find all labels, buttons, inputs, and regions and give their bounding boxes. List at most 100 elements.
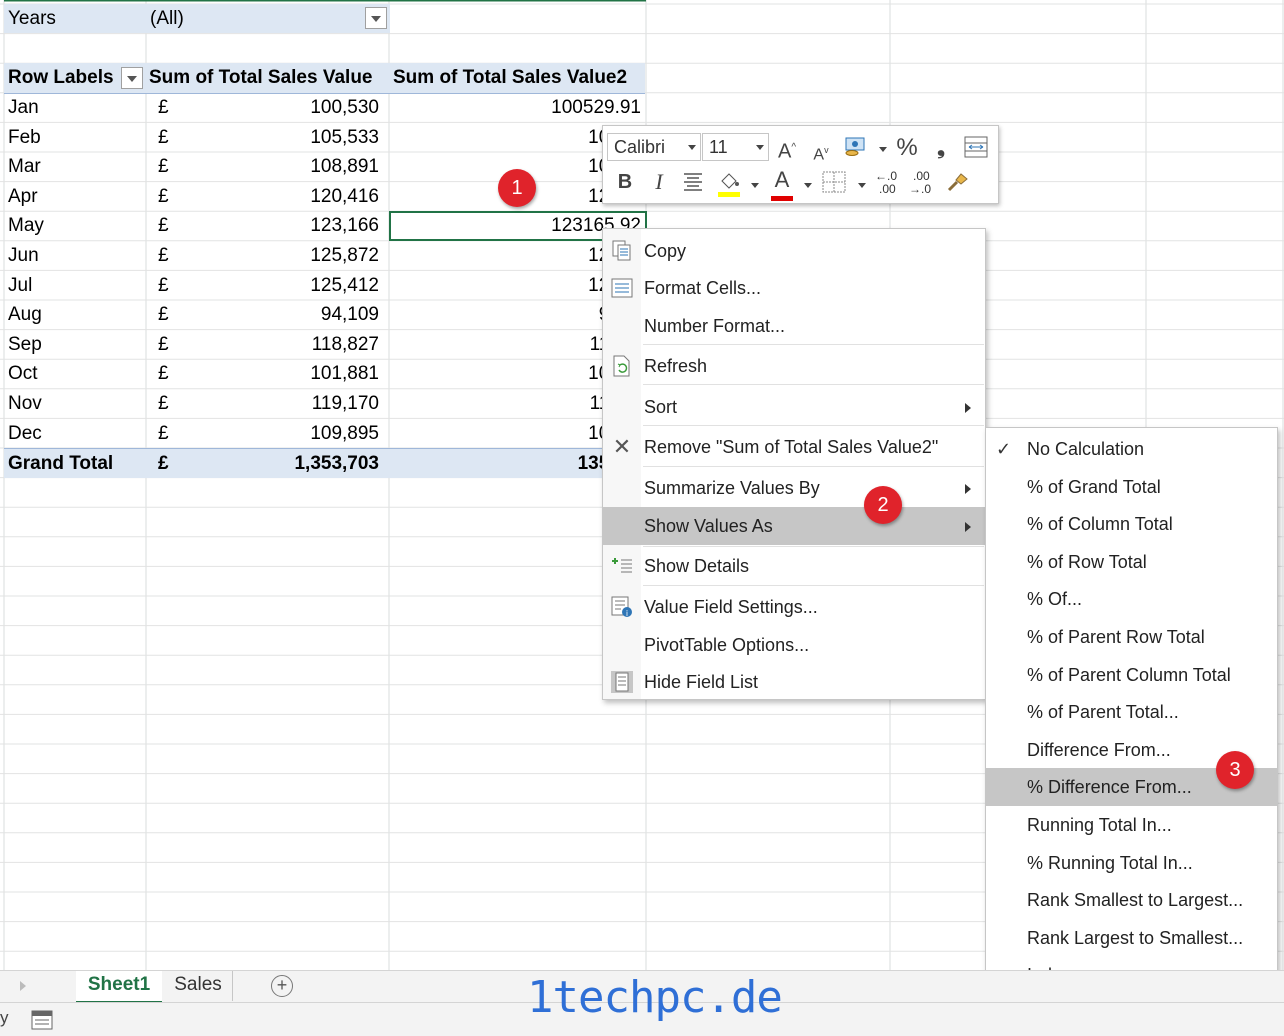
- row-label: Dec: [8, 422, 42, 444]
- add-sheet-button[interactable]: +: [271, 975, 293, 997]
- percent-style-icon[interactable]: %: [895, 135, 919, 161]
- scroll-tabs-icon[interactable]: [20, 981, 26, 991]
- menu-item-format-cells[interactable]: Format Cells...: [603, 269, 985, 307]
- menu-item-hide-field-list[interactable]: Hide Field List: [603, 663, 985, 701]
- submenu-item[interactable]: % Of...: [986, 580, 1277, 618]
- row-value: 120,416: [310, 185, 379, 207]
- format-cells-icon: [611, 277, 633, 299]
- submenu-item-label: % of Column Total: [1027, 514, 1173, 535]
- font-name-box[interactable]: Calibri: [607, 133, 701, 161]
- submenu-item[interactable]: % of Parent Column Total: [986, 656, 1277, 694]
- submenu-item-label: Rank Smallest to Largest...: [1027, 890, 1244, 911]
- submenu-item[interactable]: % of Row Total: [986, 543, 1277, 581]
- row-value: 94,109: [320, 304, 379, 326]
- submenu-item[interactable]: Rank Smallest to Largest...: [986, 881, 1277, 919]
- menu-item-refresh[interactable]: Refresh: [603, 347, 985, 385]
- svg-text:i: i: [626, 609, 628, 618]
- row-value: 123,166: [310, 215, 379, 237]
- submenu-item[interactable]: % of Parent Total...: [986, 693, 1277, 731]
- comma-style-icon[interactable]: ❟: [929, 135, 953, 161]
- submenu-arrow-icon: [965, 522, 971, 532]
- sheet-tab-active[interactable]: Sheet1: [76, 971, 162, 1004]
- row-value: 125,872: [310, 245, 379, 266]
- row-label: Feb: [8, 126, 41, 148]
- submenu-item[interactable]: Running Total In...: [986, 806, 1277, 844]
- increase-decimal-icon[interactable]: ←.0 .00: [875, 170, 905, 196]
- menu-item-number-format[interactable]: Number Format...: [603, 307, 985, 345]
- format-painter-icon[interactable]: [945, 171, 971, 200]
- submenu-item-label: % Of...: [1027, 589, 1083, 610]
- submenu-item[interactable]: % Running Total In...: [986, 844, 1277, 882]
- status-ready-text: y: [0, 1008, 9, 1027]
- filter-dropdown-button[interactable]: [365, 7, 387, 29]
- bold-icon[interactable]: B: [613, 169, 637, 195]
- watermark-text: 1techpc.de: [527, 972, 783, 1023]
- shrink-font-icon[interactable]: Av: [809, 137, 833, 168]
- chevron-down-icon[interactable]: [879, 147, 887, 152]
- menu-item-show-values-as[interactable]: Show Values As: [603, 507, 985, 545]
- grow-font-icon[interactable]: A^: [775, 135, 799, 165]
- borders-icon[interactable]: [821, 171, 847, 200]
- menu-item-label: Show Details: [644, 556, 750, 576]
- menu-item-sort[interactable]: Sort: [603, 388, 985, 426]
- row-value: 109,895: [310, 422, 379, 444]
- chevron-down-icon: [756, 145, 764, 150]
- submenu-item[interactable]: % of Column Total: [986, 505, 1277, 543]
- submenu-item-label: Difference From...: [1027, 739, 1171, 760]
- menu-item-label: PivotTable Options...: [644, 635, 810, 655]
- row-value: 100,530: [310, 97, 379, 118]
- submenu-item[interactable]: % of Parent Row Total: [986, 618, 1277, 656]
- accounting-format-icon[interactable]: [843, 134, 869, 165]
- submenu-item-label: % of Parent Row Total: [1027, 627, 1205, 647]
- menu-item-label: Value Field Settings...: [644, 597, 818, 617]
- font-color-icon[interactable]: A: [768, 167, 796, 201]
- row-currency: £: [158, 274, 169, 296]
- row-value: 101,881: [310, 363, 379, 385]
- submenu-item-label: % of Grand Total: [1027, 476, 1161, 497]
- row-currency: £: [158, 97, 169, 118]
- font-size-box[interactable]: 11: [702, 133, 769, 161]
- grand-total-label: Grand Total: [8, 453, 114, 474]
- submenu-item-label: % Running Total In...: [1027, 852, 1193, 873]
- menu-item-pivottable-options[interactable]: PivotTable Options...: [603, 626, 985, 664]
- menu-item-summarize-values-by[interactable]: Summarize Values By: [603, 469, 985, 507]
- submenu-arrow-icon: [965, 403, 971, 413]
- menu-item-remove-field[interactable]: ✕ Remove "Sum of Total Sales Value2": [603, 428, 985, 466]
- filter-row-background: [4, 4, 390, 33]
- merge-center-icon[interactable]: [963, 136, 989, 165]
- chevron-down-icon[interactable]: [804, 183, 812, 188]
- decrease-decimal-icon[interactable]: .00 →.0: [909, 170, 939, 196]
- menu-item-copy[interactable]: Copy: [603, 232, 985, 270]
- context-menu: Copy Format Cells... Number Format... Re…: [602, 228, 986, 700]
- fill-color-icon[interactable]: [715, 169, 743, 206]
- chevron-down-icon[interactable]: [751, 183, 759, 188]
- step-badge-2: 2: [864, 486, 902, 524]
- sheet-tab-sales[interactable]: Sales: [164, 971, 233, 1001]
- submenu-item-label: % of Parent Column Total: [1027, 664, 1231, 685]
- menu-separator: [643, 466, 984, 467]
- remove-x-icon: ✕: [612, 434, 632, 459]
- grand-total-value: 1,353,703: [294, 453, 379, 474]
- menu-item-label: Copy: [644, 241, 687, 261]
- submenu-item[interactable]: % of Grand Total: [986, 468, 1277, 506]
- row-currency: £: [158, 422, 169, 444]
- menu-separator: [643, 384, 984, 385]
- macro-record-icon[interactable]: [31, 1010, 53, 1035]
- chevron-down-icon[interactable]: [858, 183, 866, 188]
- plus-icon: +: [276, 975, 288, 995]
- header-sum-total-sales: Sum of Total Sales Value: [149, 67, 373, 88]
- row-label: Apr: [8, 185, 38, 207]
- menu-item-label: Remove "Sum of Total Sales Value2": [644, 437, 939, 457]
- filter-value[interactable]: (All): [150, 4, 184, 33]
- italic-icon[interactable]: I: [647, 169, 671, 195]
- menu-item-label: Number Format...: [644, 316, 786, 336]
- submenu-item-label: Running Total In...: [1027, 815, 1172, 835]
- row-labels-filter-button[interactable]: [121, 67, 143, 89]
- submenu-item[interactable]: Rank Largest to Smallest...: [986, 919, 1277, 957]
- menu-item-value-field-settings[interactable]: i Value Field Settings...: [603, 588, 985, 626]
- align-center-icon[interactable]: [681, 171, 705, 198]
- mini-toolbar: Calibri 11 A^ Av % ❟ B I A ←.0 .00 .00 →…: [602, 125, 999, 204]
- menu-item-show-details[interactable]: Show Details: [603, 547, 985, 585]
- submenu-item[interactable]: ✓ No Calculation: [986, 430, 1277, 468]
- row-value: 108,891: [310, 156, 379, 178]
